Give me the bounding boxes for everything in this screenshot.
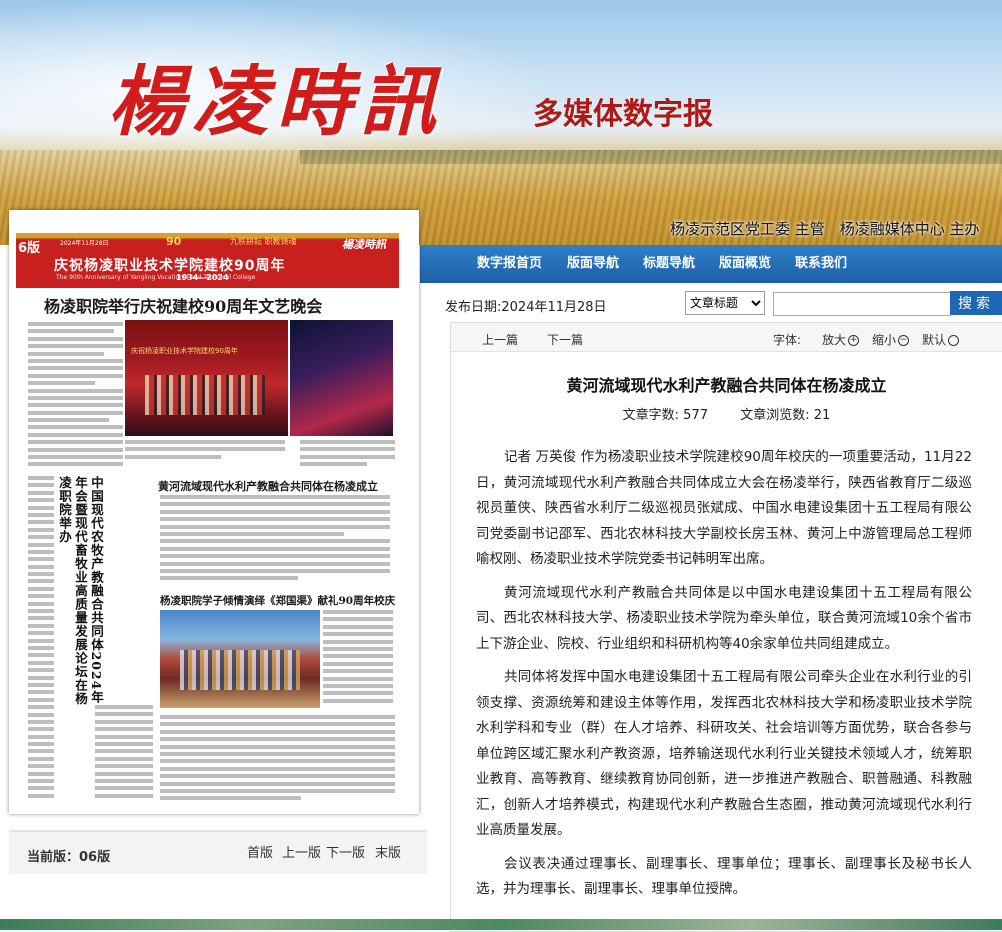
- paper-date: 2024年11月28日: [60, 240, 109, 247]
- search-button[interactable]: 搜索: [950, 291, 1002, 315]
- prev-article-link[interactable]: 上一篇: [482, 331, 518, 348]
- nav-page-nav[interactable]: 版面导航: [567, 245, 619, 283]
- default-size-control[interactable]: 默认: [922, 331, 960, 348]
- article-body: 记者 万英俊 作为杨凌职业技术学院建校90周年校庆的一项重要活动，11月22日，…: [476, 445, 972, 911]
- default-size-label: 默认: [922, 333, 947, 347]
- paper-vertical-headline[interactable]: 中国现代农牧产教融合共同体2024年年会暨现代畜牧业高质量发展论坛在杨凌职院举办: [56, 476, 104, 706]
- article-paragraph: 共同体将发挥中国水电建设集团十五工程局有限公司牵头企业在水利行业的引领支撑、资源…: [476, 669, 972, 838]
- gala-stage-backdrop-text: 庆祝杨凌职业技术学院建校90周年: [131, 347, 238, 355]
- photo-caption-block: [125, 440, 285, 470]
- paper-text-block: [160, 715, 395, 805]
- article-paragraph: 会议表决通过理事长、副理事长、理事单位；理事长、副理事长及秘书长人选，并为理事长…: [476, 855, 972, 898]
- radio-icon: [948, 335, 960, 346]
- publish-date: 发布日期:2024年11月28日: [445, 300, 607, 315]
- paper-text-block: [28, 476, 54, 806]
- masthead-subtitle: 多媒体数字报: [533, 97, 713, 132]
- article-title: 黄河流域现代水利产教融合共同体在杨凌成立: [566, 376, 887, 395]
- font-size-label: 字体:: [773, 333, 802, 347]
- organization-line: 杨凌示范区党工委 主管 杨凌融媒体中心 主办: [670, 220, 980, 238]
- paper-text-block: [300, 440, 395, 470]
- nav-contact[interactable]: 联系我们: [795, 245, 847, 283]
- search-type-select[interactable]: 文章标题: [685, 291, 765, 315]
- zoom-in-control[interactable]: 放大 +: [822, 331, 860, 348]
- minus-circle-icon: −: [898, 335, 910, 346]
- first-page-link[interactable]: 首版: [247, 842, 273, 861]
- anniversary-badge: 90: [166, 235, 182, 248]
- paper-headline-zhengguo[interactable]: 杨凌职院学子倾情演绎《郑国渠》献礼90周年校庆: [160, 593, 395, 608]
- paper-logo: 楊凌時訊: [342, 238, 386, 251]
- word-count: 文章字数: 577: [622, 408, 708, 423]
- paper-text-block: [95, 705, 153, 805]
- performers-figures: [180, 650, 300, 690]
- plus-circle-icon: +: [848, 335, 860, 346]
- gala-stage-photo[interactable]: 庆祝杨凌职业技术学院建校90周年: [125, 320, 288, 436]
- anniversary-slogan: 九秩耕耘 职教铸魂: [230, 237, 297, 246]
- prev-page-link[interactable]: 上一版: [282, 842, 321, 861]
- paper-page-number: 6版: [18, 241, 41, 256]
- view-count: 文章浏览数: 21: [740, 408, 831, 423]
- article-meta: 文章字数: 577 文章浏览数: 21: [451, 404, 1002, 423]
- zoom-in-label: 放大: [822, 333, 847, 347]
- zoom-out-label: 缩小: [872, 333, 897, 347]
- next-article-link[interactable]: 下一篇: [547, 331, 583, 348]
- paper-headline-main[interactable]: 杨凌职院举行庆祝建校90周年文艺晚会: [44, 293, 322, 317]
- current-edition: 当前版：06版: [27, 850, 111, 865]
- nav-page-overview[interactable]: 版面概览: [719, 245, 771, 283]
- masthead-logo: 楊凌時訊: [108, 57, 444, 146]
- nav-home[interactable]: 数字报首页: [477, 245, 542, 283]
- paper-page-header: 6版 2024年11月28日 90 九秩耕耘 职教铸魂 楊凌時訊 庆祝杨凌职业技…: [16, 233, 399, 288]
- article-toolbar: [451, 323, 1002, 352]
- bottom-decoration: [0, 919, 1002, 930]
- zhengguo-performance-photo[interactable]: [160, 610, 320, 708]
- paper-text-block: [160, 495, 390, 585]
- paper-text-block: [323, 610, 393, 708]
- paper-banner-years: 1934—2024: [176, 273, 229, 282]
- article-paragraph: 记者 万英俊 作为杨凌职业技术学院建校90周年校庆的一项重要活动，11月22日，…: [476, 449, 972, 567]
- performers-figures: [145, 375, 265, 415]
- article-paragraph: 黄河流域现代水利产教融合共同体是以中国水电建设集团十五工程局有限公司、西北农林科…: [476, 584, 972, 652]
- zoom-out-control[interactable]: 缩小 −: [872, 331, 910, 348]
- main-nav: 数字报首页 版面导航 标题导航 版面概览 联系我们: [420, 245, 1002, 283]
- paper-text-block: [28, 322, 123, 472]
- gala-dance-photo[interactable]: [290, 320, 393, 436]
- paper-banner-title: 庆祝杨凌职业技术学院建校90周年: [54, 258, 286, 274]
- search-input[interactable]: [773, 292, 951, 316]
- nav-title-nav[interactable]: 标题导航: [643, 245, 695, 283]
- last-page-link[interactable]: 末版: [375, 842, 401, 861]
- next-page-link[interactable]: 下一版: [326, 842, 365, 861]
- paper-headline-yellow-river[interactable]: 黄河流域现代水利产教融合共同体在杨凌成立: [158, 478, 378, 494]
